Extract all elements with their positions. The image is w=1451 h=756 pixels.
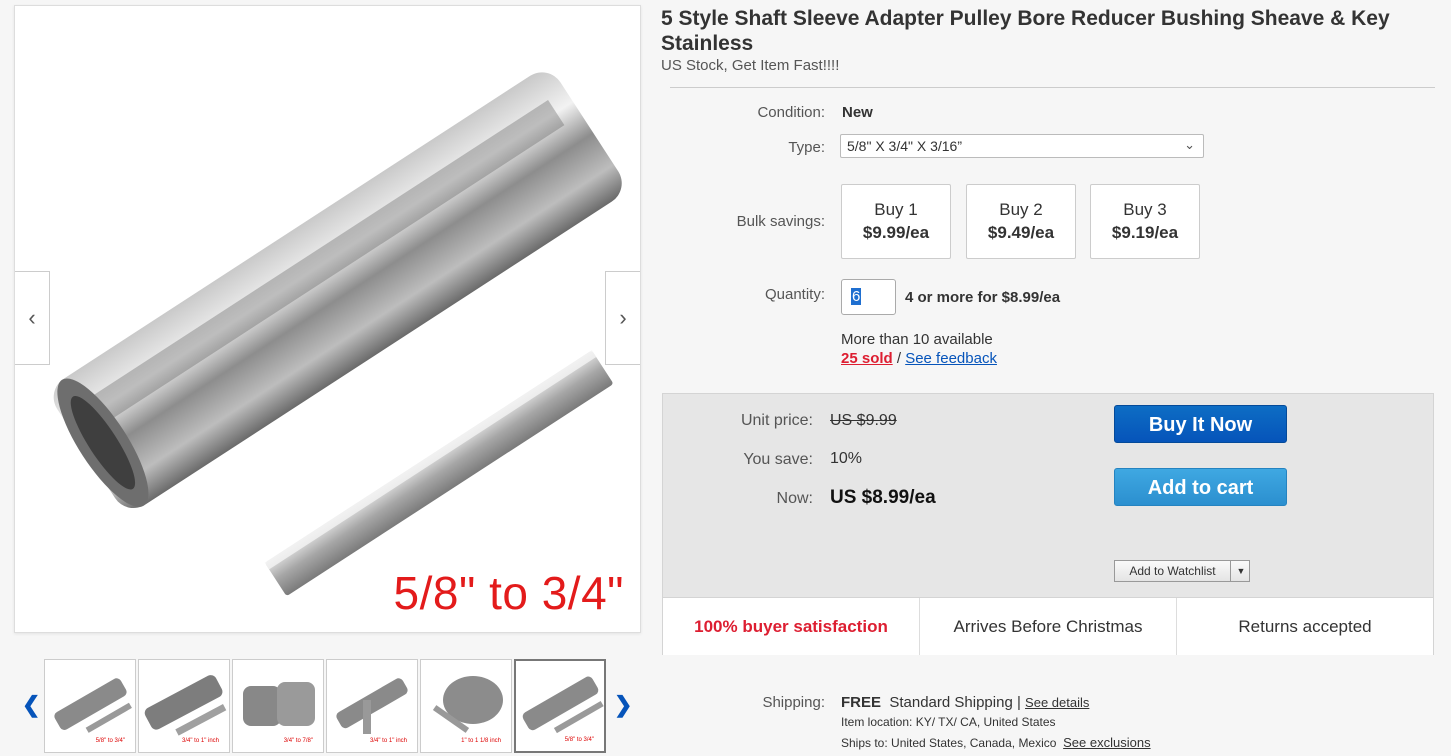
shipping-label: Shipping: <box>762 694 825 711</box>
thumbnail-caption: 5/8" to 3/4" <box>564 737 594 743</box>
unit-price-label: Unit price: <box>740 412 813 429</box>
thumbnail-3[interactable]: 3/4" to 7/8" <box>232 659 324 753</box>
availability-text: More than 10 available <box>841 331 993 348</box>
caret-down-icon[interactable]: ▼ <box>1233 561 1249 581</box>
thumbs-prev-icon[interactable]: ❮ <box>22 692 40 718</box>
ships-to-text: Ships to: United States, Canada, Mexico <box>841 736 1057 750</box>
type-label: Type: <box>788 139 825 156</box>
see-feedback-link[interactable]: See feedback <box>905 350 997 367</box>
thumbs-next-icon[interactable]: ❯ <box>614 692 632 718</box>
product-subtitle: US Stock, Get Item Fast!!!! <box>661 57 840 74</box>
quantity-value: 6 <box>851 288 862 305</box>
watchlist-label[interactable]: Add to Watchlist <box>1115 561 1231 581</box>
condition-value: New <box>842 104 873 121</box>
badges-bar: 100% buyer satisfaction Arrives Before C… <box>663 597 1433 655</box>
type-select[interactable]: 5/8" X 3/4" X 3/16” ⌄ <box>840 134 1204 158</box>
chevron-left-icon: ‹ <box>28 305 36 330</box>
shipping-method: Standard Shipping <box>889 694 1013 711</box>
main-image-viewer[interactable]: ‹ › 5/8" to 3/4" <box>14 5 641 633</box>
thumbnail-strip: ❮ 5/8" to 3/4" 3/4" to 1" inch 3/4" to 7… <box>14 657 641 756</box>
thumbnail-caption: 5/8" to 3/4" <box>95 738 125 744</box>
prev-image-button[interactable]: ‹ <box>15 271 50 365</box>
now-price-value: US $8.99/ea <box>830 487 936 508</box>
chevron-right-icon: › <box>619 305 627 330</box>
type-select-value: 5/8" X 3/4" X 3/16” <box>847 138 963 154</box>
chevron-down-icon: ⌄ <box>1184 137 1195 152</box>
add-to-cart-button[interactable]: Add to cart <box>1114 468 1287 506</box>
bulk-option-buy-2[interactable]: Buy 2 $9.49/ea <box>966 184 1076 259</box>
you-save-label: You save: <box>743 451 813 468</box>
unit-price-value: US $9.99 <box>830 412 897 429</box>
shipping-free: FREE <box>841 694 882 711</box>
quantity-label: Quantity: <box>764 286 825 303</box>
thumbnail-caption: 1" to 1 1/8 inch <box>461 738 501 744</box>
returns-accepted-badge: Returns accepted <box>1238 616 1372 636</box>
image-caption: 5/8" to 3/4" <box>393 567 624 619</box>
thumbnail-caption: 3/4" to 1" inch <box>182 738 219 744</box>
bulk-option-label: Buy 1 <box>874 200 918 219</box>
see-details-link[interactable]: See details <box>1025 695 1089 710</box>
price-box: Unit price: US $9.99 You save: 10% Now: … <box>662 393 1434 655</box>
item-location: Item location: KY/ TX/ CA, United States <box>841 715 1056 729</box>
thumbnail-6[interactable]: 5/8" to 3/4" <box>514 659 606 753</box>
ships-to-line: Ships to: United States, Canada, Mexico … <box>841 735 1151 750</box>
buy-it-now-button[interactable]: Buy It Now <box>1114 405 1287 443</box>
bulk-option-price: $9.19/ea <box>1111 223 1179 242</box>
bulk-option-label: Buy 2 <box>999 200 1043 219</box>
buyer-satisfaction-badge: 100% buyer satisfaction <box>663 598 920 655</box>
product-title: 5 Style Shaft Sleeve Adapter Pulley Bore… <box>661 7 1390 55</box>
sold-feedback-line: 25 sold / See feedback <box>841 350 997 367</box>
bulk-option-price: $9.49/ea <box>987 223 1055 242</box>
bulk-savings-label: Bulk savings: <box>736 213 825 230</box>
quantity-discount-note: 4 or more for $8.99/ea <box>905 289 1061 306</box>
condition-label: Condition: <box>757 104 825 121</box>
next-image-button[interactable]: › <box>605 271 640 365</box>
bulk-option-price: $9.99/ea <box>862 223 930 242</box>
arrives-before-christmas-badge: Arrives Before Christmas <box>920 598 1177 655</box>
separator: / <box>896 350 902 367</box>
thumbnail-caption: 3/4" to 7/8" <box>283 738 313 744</box>
bulk-option-buy-3[interactable]: Buy 3 $9.19/ea <box>1090 184 1200 259</box>
thumbnail-2[interactable]: 3/4" to 1" inch <box>138 659 230 753</box>
separator: | <box>1016 694 1021 711</box>
now-price-label: Now: <box>776 490 813 507</box>
add-to-watchlist-button[interactable]: Add to Watchlist ▼ <box>1114 560 1250 582</box>
see-exclusions-link[interactable]: See exclusions <box>1063 735 1150 750</box>
sold-count-link[interactable]: 25 sold <box>841 350 893 367</box>
bulk-option-label: Buy 3 <box>1123 200 1167 219</box>
you-save-value: 10% <box>830 450 863 467</box>
shipping-summary: FREE Standard Shipping | See details <box>841 694 1089 711</box>
thumbnail-1[interactable]: 5/8" to 3/4" <box>44 659 136 753</box>
thumbnail-5[interactable]: 1" to 1 1/8 inch <box>420 659 512 753</box>
thumbnail-caption: 3/4" to 1" inch <box>370 738 407 744</box>
bulk-option-buy-1[interactable]: Buy 1 $9.99/ea <box>841 184 951 259</box>
thumbnail-4[interactable]: 3/4" to 1" inch <box>326 659 418 753</box>
quantity-input[interactable]: 6 <box>841 279 896 315</box>
divider <box>670 87 1435 88</box>
product-image <box>53 72 622 596</box>
